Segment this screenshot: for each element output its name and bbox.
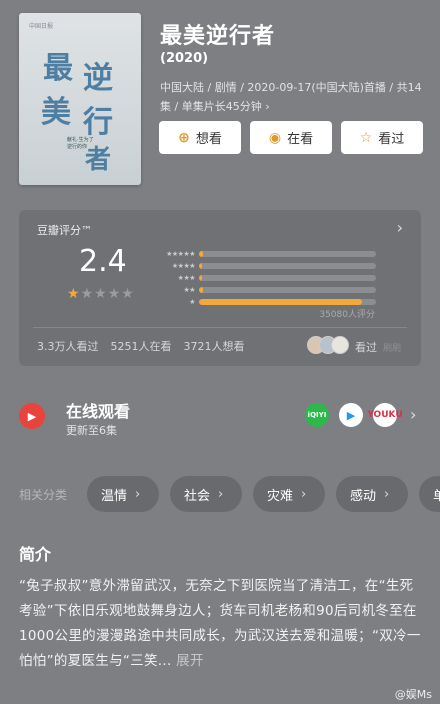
category-label: 社会 bbox=[184, 488, 211, 504]
rating-bar-row: ★★★★ bbox=[154, 260, 376, 272]
plus-icon: ⊕ bbox=[178, 129, 190, 146]
watched-button[interactable]: ☆ 看过 bbox=[341, 121, 423, 154]
friends-seen-label[interactable]: 看过 bbox=[355, 339, 377, 355]
watch-online-title[interactable]: 在线观看 bbox=[66, 398, 130, 422]
poster-char-4: 行 bbox=[83, 105, 113, 140]
youku-icon[interactable]: YOUKU bbox=[367, 403, 403, 427]
poster-char-2: 逆 bbox=[83, 61, 113, 96]
synopsis-body: “兔子叔叔”意外滞留武汉，无奈之下到医院当了清洁工，在“生死考验”下依旧乐观地鼓… bbox=[19, 578, 421, 669]
rating-bar-track bbox=[199, 299, 376, 305]
poster-char-3: 美 bbox=[41, 95, 71, 130]
rating-bar-row: ★★ bbox=[154, 284, 376, 296]
movie-meta[interactable]: 中国大陆 / 剧情 / 2020-09-17(中国大陆)首播 / 共14集 / … bbox=[160, 78, 425, 116]
want-to-watch-button[interactable]: ⊕ 想看 bbox=[159, 121, 241, 154]
watching-label: 在看 bbox=[287, 132, 314, 147]
rating-bar-fill bbox=[199, 299, 362, 305]
friends-seen-extra: 刷刷 bbox=[383, 344, 402, 354]
rating-bar-label: ★★★ bbox=[177, 274, 196, 282]
poster-top-mark: 中国日报 bbox=[29, 23, 54, 30]
rating-stars: ★★★★★ bbox=[67, 286, 135, 302]
watch-online-subtitle: 更新至6集 bbox=[66, 424, 117, 437]
avatar bbox=[331, 336, 349, 354]
category-label: 温情 bbox=[101, 488, 128, 504]
iqiyi-icon[interactable]: iQIYI bbox=[305, 403, 329, 427]
chevron-right-icon[interactable]: › bbox=[397, 218, 403, 237]
related-categories-label: 相关分类 bbox=[19, 488, 68, 502]
rating-star-icon: ★ bbox=[121, 286, 135, 302]
movie-poster[interactable]: 中国日报 最 逆 美 行 献礼·生为了逆行的你 者 bbox=[19, 13, 141, 185]
rating-bar-fill bbox=[199, 263, 202, 269]
category-label: 灾难 bbox=[267, 488, 294, 504]
rating-bar-label: ★★★★★ bbox=[166, 250, 195, 258]
rating-bar-fill bbox=[199, 287, 203, 293]
friend-avatars[interactable] bbox=[307, 336, 349, 354]
divider bbox=[33, 327, 407, 328]
category-chip[interactable]: 灾难 › bbox=[253, 476, 325, 512]
rating-bar-track bbox=[199, 287, 376, 293]
synopsis-title: 简介 bbox=[19, 545, 52, 564]
category-label: 感动 bbox=[350, 488, 377, 504]
chevron-right-icon: › bbox=[135, 486, 141, 502]
chevron-right-icon: › bbox=[301, 486, 307, 502]
rating-bar-track bbox=[199, 263, 376, 269]
movie-title: 最美逆行者 bbox=[160, 24, 276, 49]
category-chip[interactable]: 单 bbox=[419, 476, 440, 512]
poster-char-5: 者 bbox=[85, 145, 112, 175]
rating-bar-row: ★★★ bbox=[154, 272, 376, 284]
category-chip[interactable]: 感动 › bbox=[336, 476, 408, 512]
rating-star-icon: ★ bbox=[67, 286, 81, 302]
synopsis-text: “兔子叔叔”意外滞留武汉，无奈之下到医院当了清洁工，在“生死考验”下依旧乐观地鼓… bbox=[19, 574, 424, 674]
chevron-right-icon[interactable]: › bbox=[410, 405, 416, 424]
rating-count: 35080人评分 bbox=[319, 310, 375, 320]
rating-bar-row: ★★★★★ bbox=[154, 248, 376, 260]
expand-link[interactable]: 展开 bbox=[176, 653, 204, 669]
stat-want[interactable]: 3721人想看 bbox=[184, 338, 245, 354]
target-icon: ◉ bbox=[268, 129, 282, 146]
rating-bar-label: ★ bbox=[189, 298, 195, 306]
stat-watched[interactable]: 3.3万人看过 bbox=[37, 338, 99, 354]
rating-star-icon: ★ bbox=[80, 286, 95, 302]
tencent-video-icon[interactable]: ▶ bbox=[339, 403, 363, 427]
rating-bar-label: ★★★★ bbox=[171, 262, 196, 270]
category-chip[interactable]: 社会 › bbox=[170, 476, 242, 512]
rating-bar-fill bbox=[199, 275, 202, 281]
poster-char-1: 最 bbox=[43, 51, 73, 86]
rating-bar-fill bbox=[199, 251, 203, 257]
movie-year: (2020) bbox=[160, 51, 209, 66]
rating-bar-label: ★★ bbox=[183, 286, 195, 294]
chevron-right-icon: › bbox=[218, 486, 224, 502]
rating-score: 2.4 bbox=[79, 244, 127, 279]
rating-star-icon: ★ bbox=[94, 286, 108, 302]
rating-bar-track bbox=[199, 251, 376, 257]
want-label: 想看 bbox=[195, 132, 222, 147]
category-label: 单 bbox=[433, 488, 440, 504]
stat-watching[interactable]: 5251人在看 bbox=[111, 338, 172, 354]
star-icon: ☆ bbox=[359, 129, 373, 146]
rating-distribution: ★★★★★ ★★★★ ★★★ ★★ ★ bbox=[154, 248, 376, 308]
watermark: @娱Ms bbox=[394, 688, 432, 701]
rating-bar-track bbox=[199, 275, 376, 281]
rating-star-icon: ★ bbox=[107, 286, 122, 302]
play-icon[interactable]: ▶ bbox=[19, 403, 45, 429]
chevron-right-icon: › bbox=[384, 486, 390, 502]
rating-stats: 3.3万人看过 5251人在看 3721人想看 bbox=[37, 338, 245, 354]
watched-label: 看过 bbox=[378, 132, 405, 147]
category-chip[interactable]: 温情 › bbox=[87, 476, 159, 512]
watching-button[interactable]: ◉ 在看 bbox=[250, 121, 332, 154]
rating-source-label: 豆瓣评分™ bbox=[37, 224, 92, 237]
rating-card[interactable]: 豆瓣评分™ › 2.4 ★★★★★ ★★★★★ ★★★★ ★★★ ★★ ★ 35080人… bbox=[19, 210, 421, 366]
